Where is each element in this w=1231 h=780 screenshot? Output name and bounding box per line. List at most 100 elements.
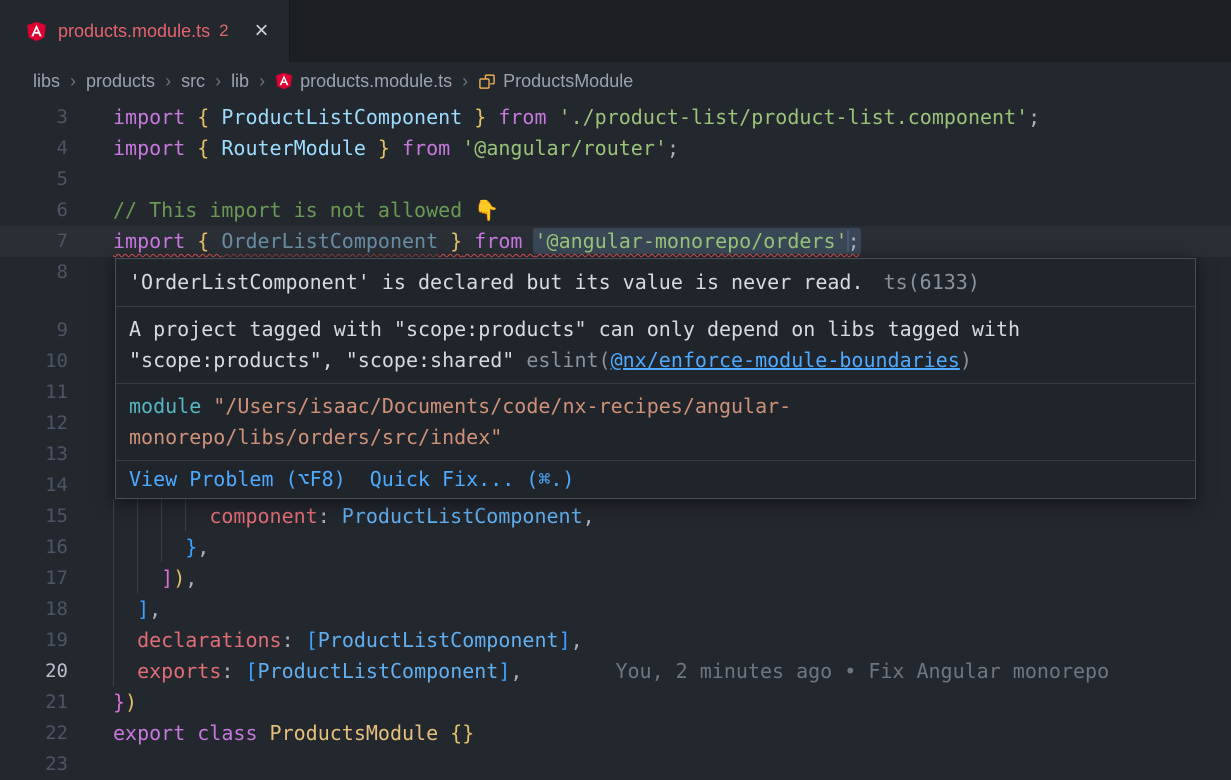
- line-number[interactable]: 10: [0, 346, 68, 377]
- code-line-20[interactable]: 20 exports: [ProductListComponent],You, …: [0, 656, 1231, 687]
- code-token: [: [245, 659, 257, 683]
- code-token: [113, 535, 185, 559]
- line-content: export class ProductsModule {}: [113, 718, 474, 749]
- line-number[interactable]: 8: [0, 257, 68, 288]
- code-token: from: [486, 105, 558, 129]
- line-content: ]),: [113, 563, 197, 594]
- code-token: ,: [149, 597, 161, 621]
- code-token: ]: [161, 566, 173, 590]
- line-number[interactable]: 19: [0, 625, 68, 656]
- code-line-18[interactable]: 18 ],: [0, 594, 1231, 625]
- line-number[interactable]: 6: [0, 195, 68, 226]
- tab-problem-count: 2: [219, 21, 228, 41]
- breadcrumb-separator: ›: [70, 71, 76, 92]
- line-number[interactable]: 15: [0, 501, 68, 532]
- breadcrumb-label: products.module.ts: [300, 71, 452, 92]
- line-number[interactable]: 7: [0, 226, 68, 257]
- quick-fix-button[interactable]: Quick Fix... (⌘.): [370, 464, 575, 495]
- breadcrumb-separator: ›: [215, 71, 221, 92]
- code-line-6[interactable]: 6 // This import is not allowed 👇: [0, 195, 1231, 226]
- breadcrumb-item-products[interactable]: products: [86, 71, 155, 92]
- code-token: {: [197, 229, 221, 253]
- code-line-17[interactable]: 17 ]),: [0, 563, 1231, 594]
- angular-icon: [275, 72, 293, 90]
- indent-guide: [161, 499, 162, 562]
- line-number[interactable]: 22: [0, 718, 68, 749]
- code-token: ): [125, 690, 137, 714]
- code-token: declarations: [137, 628, 282, 652]
- code-line-16[interactable]: 16 },: [0, 532, 1231, 563]
- line-number[interactable]: 20: [0, 656, 68, 687]
- code-line-4[interactable]: 4import { RouterModule } from '@angular/…: [0, 133, 1231, 164]
- breadcrumb-label: ProductsModule: [503, 71, 633, 92]
- line-number[interactable]: 17: [0, 563, 68, 594]
- breadcrumb-label: src: [181, 71, 205, 92]
- line-number[interactable]: 5: [0, 164, 68, 195]
- code-token: import: [113, 229, 197, 253]
- line-content: ],: [113, 594, 161, 625]
- eslint-source-label: eslint(: [526, 348, 610, 372]
- tab-products-module[interactable]: products.module.ts 2 ×: [0, 0, 290, 62]
- code-token: ,: [571, 628, 583, 652]
- line-number[interactable]: 21: [0, 687, 68, 718]
- code-editor[interactable]: 3 import { ProductListComponent } from '.…: [0, 100, 1231, 780]
- ts-message: 'OrderListComponent' is declared but its…: [129, 270, 864, 294]
- breadcrumb-item-src[interactable]: src: [181, 71, 205, 92]
- code-token: [113, 659, 137, 683]
- eslint-source-close: ): [960, 348, 972, 372]
- code-token: }: [462, 105, 486, 129]
- code-token: from: [390, 136, 462, 160]
- eslint-message-scopes: "scope:products", "scope:shared": [129, 348, 514, 372]
- breadcrumb-item-lib[interactable]: lib: [231, 71, 249, 92]
- view-problem-button[interactable]: View Problem (⌥F8): [129, 464, 346, 495]
- breadcrumb-item-productsmodule[interactable]: ProductsModule: [478, 71, 633, 92]
- close-icon[interactable]: ×: [255, 19, 269, 43]
- hover-module-info: module"/Users/isaac/Documents/code/nx-re…: [116, 384, 1195, 461]
- line-number[interactable]: 14: [0, 470, 68, 501]
- line-number[interactable]: 3: [0, 102, 68, 133]
- line-content: declarations: [ProductListComponent],: [113, 625, 583, 656]
- code-line-21[interactable]: 21}): [0, 687, 1231, 718]
- line-number[interactable]: 9: [0, 315, 68, 346]
- line-number[interactable]: 13: [0, 439, 68, 470]
- code-token: component: [209, 504, 317, 528]
- hover-ts-diagnostic: 'OrderListComponent' is declared but its…: [116, 259, 1195, 307]
- angular-icon: [26, 21, 47, 42]
- eslint-message-line2: "scope:products", "scope:shared" eslint(@…: [129, 345, 1182, 376]
- indent-guide: [113, 499, 114, 686]
- code-token: [113, 628, 137, 652]
- eslint-rule-link[interactable]: @nx/enforce-module-boundaries: [611, 348, 960, 372]
- code-token: ProductListComponent: [342, 504, 583, 528]
- code-token: ,: [583, 504, 595, 528]
- line-number[interactable]: 16: [0, 532, 68, 563]
- ts-error-code: ts(6133): [884, 270, 980, 294]
- line-number[interactable]: 12: [0, 408, 68, 439]
- indent-guide: [137, 499, 138, 593]
- breadcrumb-separator: ›: [462, 71, 468, 92]
- breadcrumb-item-products-module-ts[interactable]: products.module.ts: [275, 71, 452, 92]
- code-line-3[interactable]: 3import { ProductListComponent } from '.…: [0, 102, 1231, 133]
- line-number[interactable]: 18: [0, 594, 68, 625]
- code-line-5[interactable]: 5: [0, 164, 1231, 195]
- code-token: class: [197, 721, 269, 745]
- code-token: import: [113, 105, 197, 129]
- code-line-19[interactable]: 19 declarations: [ProductListComponent],: [0, 625, 1231, 656]
- code-token: './product-list/product-list.component': [559, 105, 1029, 129]
- line-number[interactable]: 11: [0, 377, 68, 408]
- indent-guide: [185, 499, 186, 531]
- code-token: ,: [197, 535, 209, 559]
- code-line-7[interactable]: 7import { OrderListComponent } from '@an…: [0, 226, 1231, 257]
- breadcrumb-label: libs: [33, 71, 60, 92]
- code-token: ProductListComponent: [258, 659, 499, 683]
- code-token: {: [197, 105, 221, 129]
- breadcrumb-label: lib: [231, 71, 249, 92]
- line-number[interactable]: 23: [0, 749, 68, 780]
- breadcrumb-item-libs[interactable]: libs: [33, 71, 60, 92]
- code-line-22[interactable]: 22 export class ProductsModule {}: [0, 718, 1231, 749]
- code-token: :: [221, 659, 245, 683]
- code-line-23[interactable]: 23: [0, 749, 1231, 780]
- line-number[interactable]: 4: [0, 133, 68, 164]
- line-content: // This import is not allowed 👇: [113, 195, 499, 226]
- code-token: import: [113, 136, 197, 160]
- code-token: ): [173, 566, 185, 590]
